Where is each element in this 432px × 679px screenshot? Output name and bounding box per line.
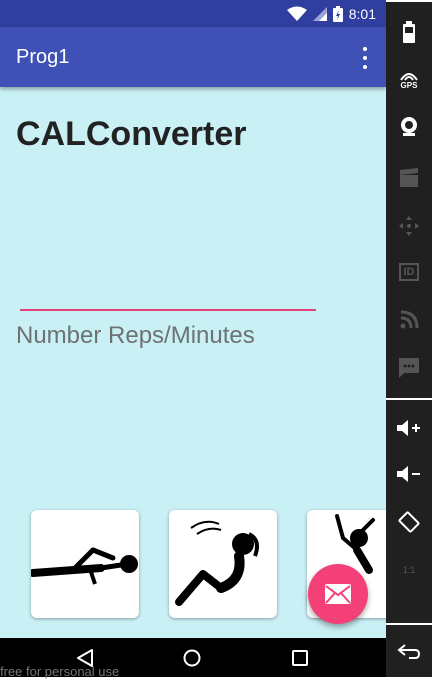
volume-down-icon[interactable] [397,462,421,486]
situp-figure-icon [175,520,259,606]
rss-icon[interactable] [397,308,421,332]
app-bar: Prog1 [0,27,386,87]
recents-icon[interactable] [290,648,310,668]
gps-label: GPS [400,80,418,90]
id-label: ID [399,263,419,281]
status-icons: 8:01 [286,0,376,27]
app-title: Prog1 [16,46,70,68]
scale-label: 1:1 [402,565,416,575]
page-title: CALConverter [16,115,247,153]
sms-icon[interactable] [397,356,421,380]
id-icon[interactable]: ID [397,260,421,284]
situps-button[interactable] [169,510,277,618]
volume-up-icon[interactable] [397,416,421,440]
email-icon [325,584,351,604]
main-content: CALConverter Number Reps/Minutes [0,87,386,638]
reps-input-hint[interactable]: Number Reps/Minutes [16,322,255,350]
side-panel-divider [386,0,432,2]
status-bar: 8:01 [0,0,386,27]
scale-icon[interactable]: 1:1 [397,558,421,582]
gps-icon[interactable]: GPS [397,68,421,92]
emulator-side-panel: GPS ID 1:1 [386,0,432,677]
emulator-back-icon[interactable] [397,640,421,664]
pushup-figure-icon [31,547,138,585]
side-panel-divider [386,623,432,625]
camera-icon[interactable] [397,114,421,138]
battery-icon [332,5,343,22]
reps-input-underline[interactable] [20,309,316,311]
battery-control-icon[interactable] [397,20,421,44]
cell-signal-icon [312,6,327,21]
dpad-icon[interactable] [397,214,421,238]
home-icon[interactable] [182,648,202,668]
phone-screen: 8:01 Prog1 CALConverter Number Reps/Minu… [0,0,386,677]
email-fab-button[interactable] [308,564,368,624]
overflow-menu-icon[interactable] [360,47,370,69]
rotate-icon[interactable] [397,510,421,534]
side-panel-divider [386,398,432,400]
status-time: 8:01 [348,5,376,22]
wifi-icon [286,6,307,21]
clapperboard-icon[interactable] [397,166,421,190]
pushups-button[interactable] [31,510,139,618]
